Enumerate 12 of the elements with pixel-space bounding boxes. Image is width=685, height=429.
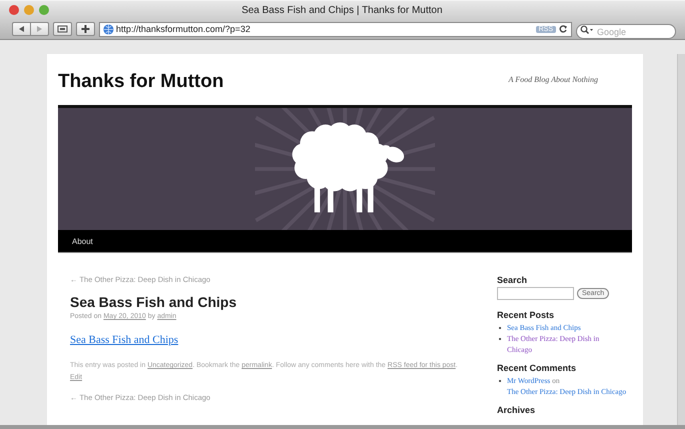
widget-heading: Archives <box>497 405 536 415</box>
widget-heading: Recent Posts <box>497 310 556 320</box>
post-title: Sea Bass Fish and Chips <box>70 294 236 310</box>
site-tagline: A Food Blog About Nothing <box>508 75 599 84</box>
widget-heading: Search <box>497 275 528 285</box>
nav-link[interactable]: About <box>72 236 93 246</box>
search-field[interactable]: Google <box>576 24 676 39</box>
widget-heading: Recent Comments <box>497 363 578 373</box>
window-title: Sea Bass Fish and Chips | Thanks for Mutton <box>240 4 444 16</box>
url-text: http://thanksformutton.com/?p=32 <box>116 24 252 34</box>
post-link[interactable]: Sea Bass Fish and Chips <box>70 334 178 346</box>
site-title[interactable]: Thanks for Mutton <box>58 66 224 92</box>
